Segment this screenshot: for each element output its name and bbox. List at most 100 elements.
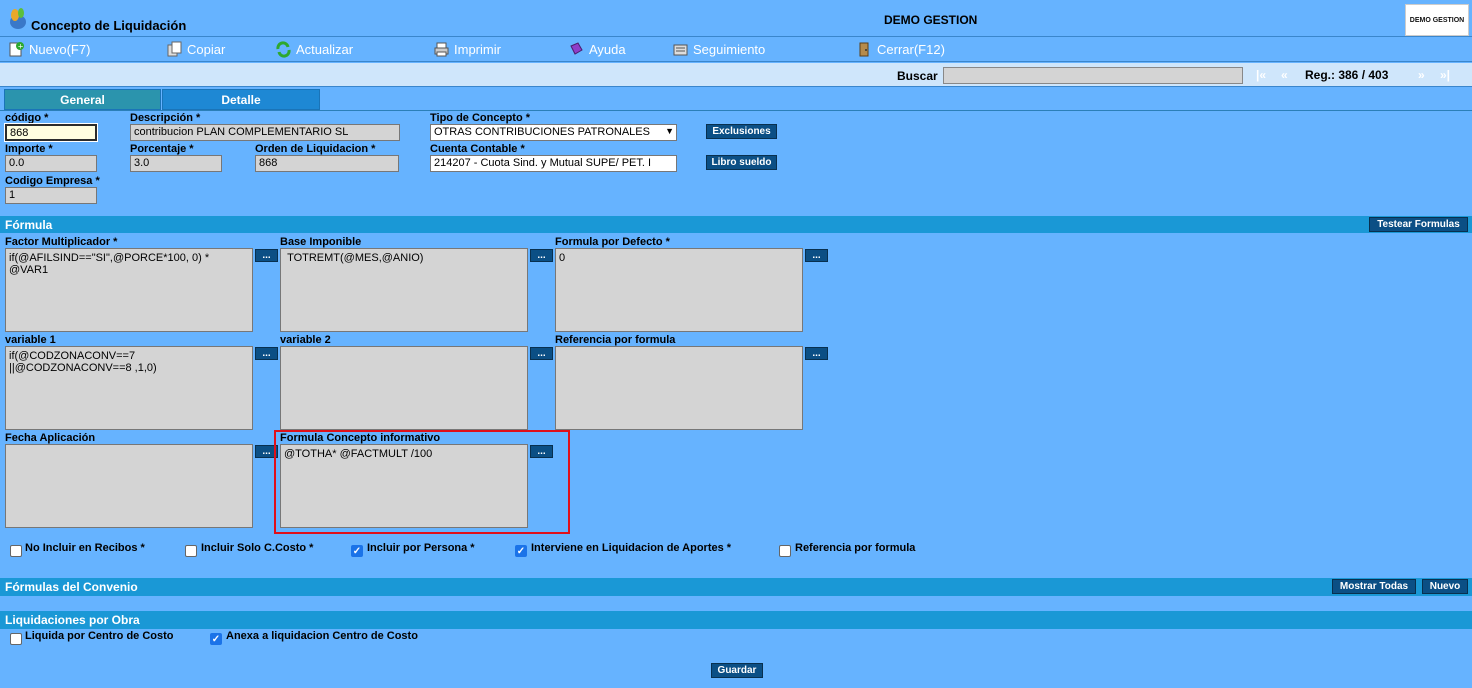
variable1-expand-button[interactable]: ... [255, 347, 278, 360]
incluir-persona-label: Incluir por Persona * [367, 542, 475, 554]
tracking-button[interactable]: Seguimiento [672, 41, 765, 58]
close-button[interactable]: Cerrar(F12) [856, 41, 945, 58]
tipo-concepto-label: Tipo de Concepto * [430, 112, 531, 124]
no-incluir-recibos-checkbox[interactable] [10, 545, 22, 557]
interviene-aportes-label: Interviene en Liquidacion de Aportes * [531, 542, 732, 554]
referencia-formula-checkbox[interactable] [779, 545, 791, 557]
print-button[interactable]: Imprimir [433, 41, 501, 58]
fecha-textarea[interactable] [5, 444, 253, 528]
tracking-icon [673, 44, 688, 56]
defecto-textarea[interactable]: 0 [555, 248, 803, 332]
last-record-button[interactable]: »| [1440, 68, 1450, 82]
tipo-concepto-select[interactable]: OTRAS CONTRIBUCIONES PATRONALES ▼ [430, 124, 677, 141]
nuevo-convenio-button[interactable]: Nuevo [1422, 579, 1468, 594]
tab-general[interactable]: General [4, 89, 161, 110]
variable2-label: variable 2 [280, 334, 331, 346]
factor-expand-button[interactable]: ... [255, 249, 278, 262]
tab-divider [0, 110, 1472, 111]
porcentaje-input[interactable]: 3.0 [130, 155, 222, 172]
orden-label: Orden de Liquidacion * [255, 143, 376, 155]
cuenta-input[interactable]: 214207 - Cuota Sind. y Mutual SUPE/ PET.… [430, 155, 677, 172]
chevron-down-icon: ▼ [665, 126, 674, 136]
codigo-empresa-input[interactable]: 1 [5, 187, 97, 204]
copy-icon [167, 41, 182, 57]
refresh-button[interactable]: Actualizar [275, 41, 353, 58]
base-textarea[interactable]: TOTREMT(@MES,@ANIO) [280, 248, 528, 332]
formula-section-header: Fórmula [0, 216, 1472, 233]
incluir-solo-ccosto-label: Incluir Solo C.Costo * [201, 542, 314, 554]
anexa-ccosto-checkbox[interactable]: ✓ [210, 633, 222, 645]
search-bar [0, 63, 1472, 87]
interviene-aportes-checkbox[interactable]: ✓ [515, 545, 527, 557]
fecha-label: Fecha Aplicación [5, 432, 96, 444]
no-incluir-recibos-label: No Incluir en Recibos * [25, 542, 145, 554]
help-book-icon [570, 42, 583, 55]
new-button-label: Nuevo(F7) [29, 42, 91, 57]
exclusiones-button[interactable]: Exclusiones [706, 124, 777, 139]
window-title: Concepto de Liquidación [31, 18, 187, 33]
importe-label: Importe * [5, 143, 53, 155]
door-exit-icon [859, 42, 869, 57]
variable1-textarea[interactable]: if(@CODZONACONV==7 ||@CODZONACONV==8 ,1,… [5, 346, 253, 430]
search-label: Buscar [897, 69, 938, 83]
factor-textarea[interactable]: if(@AFILSIND=="SI",@PORCE*100, 0) * @VAR… [5, 248, 253, 332]
base-label: Base Imponible [280, 236, 362, 248]
search-input[interactable] [943, 67, 1243, 84]
refresh-button-label: Actualizar [296, 42, 354, 57]
close-button-label: Cerrar(F12) [877, 42, 945, 57]
referencia-textarea[interactable] [555, 346, 803, 430]
copy-button[interactable]: Copiar [166, 41, 225, 58]
tracking-button-label: Seguimiento [693, 42, 766, 57]
printer-icon [434, 42, 449, 57]
formula-section-title: Fórmula [5, 217, 53, 232]
importe-input[interactable]: 0.0 [5, 155, 97, 172]
referencia-expand-button[interactable]: ... [805, 347, 828, 360]
variable2-expand-button[interactable]: ... [530, 347, 553, 360]
referencia-label: Referencia por formula [555, 334, 676, 346]
title-bar [0, 0, 1472, 37]
first-record-button[interactable]: |« [1256, 68, 1266, 82]
highlight-box [274, 430, 570, 534]
codigo-label: código * [5, 112, 49, 124]
liquida-ccosto-label: Liquida por Centro de Costo [25, 630, 174, 642]
record-counter: Reg.: 386 / 403 [1305, 68, 1389, 82]
save-button[interactable]: Guardar [711, 663, 763, 678]
prev-record-button[interactable]: « [1281, 68, 1288, 82]
help-button-label: Ayuda [589, 42, 626, 57]
obra-section-header: Liquidaciones por Obra [0, 611, 1472, 629]
next-record-button[interactable]: » [1418, 68, 1425, 82]
new-document-icon: + [9, 42, 24, 57]
new-button[interactable]: + Nuevo(F7) [8, 41, 90, 58]
incluir-solo-ccosto-checkbox[interactable] [185, 545, 197, 557]
defecto-expand-button[interactable]: ... [805, 249, 828, 262]
tab-detalle[interactable]: Detalle [162, 89, 320, 110]
liquida-ccosto-checkbox[interactable] [10, 633, 22, 645]
cuenta-label: Cuenta Contable * [430, 143, 525, 155]
orden-input[interactable]: 868 [255, 155, 399, 172]
help-button[interactable]: Ayuda [568, 41, 626, 58]
variable2-textarea[interactable] [280, 346, 528, 430]
variable1-label: variable 1 [5, 334, 56, 346]
mostrar-todas-button[interactable]: Mostrar Todas [1332, 579, 1416, 594]
svg-text:+: + [18, 43, 24, 51]
tipo-concepto-value: OTRAS CONTRIBUCIONES PATRONALES [434, 126, 650, 138]
codigo-empresa-label: Codigo Empresa * [5, 175, 100, 187]
anexa-ccosto-label: Anexa a liquidacion Centro de Costo [226, 630, 418, 642]
company-name: DEMO GESTION [884, 13, 978, 27]
referencia-formula-label: Referencia por formula [795, 542, 916, 554]
refresh-icon [276, 41, 291, 58]
descripcion-input[interactable]: contribucion PLAN COMPLEMENTARIO SL [130, 124, 400, 141]
company-logo: DEMO GESTION [1405, 4, 1469, 36]
libro-sueldo-button[interactable]: Libro sueldo [706, 155, 777, 170]
convenio-section-header: Fórmulas del Convenio [0, 578, 1472, 596]
convenio-section-title: Fórmulas del Convenio [5, 580, 138, 594]
app-icon [10, 8, 26, 29]
testear-formulas-button[interactable]: Testear Formulas [1369, 217, 1468, 232]
incluir-persona-checkbox[interactable]: ✓ [351, 545, 363, 557]
codigo-input[interactable]: 868 [5, 124, 97, 141]
porcentaje-label: Porcentaje * [130, 143, 194, 155]
base-expand-button[interactable]: ... [530, 249, 553, 262]
descripcion-label: Descripción * [130, 112, 201, 124]
obra-section-title: Liquidaciones por Obra [5, 613, 140, 627]
copy-button-label: Copiar [187, 42, 226, 57]
